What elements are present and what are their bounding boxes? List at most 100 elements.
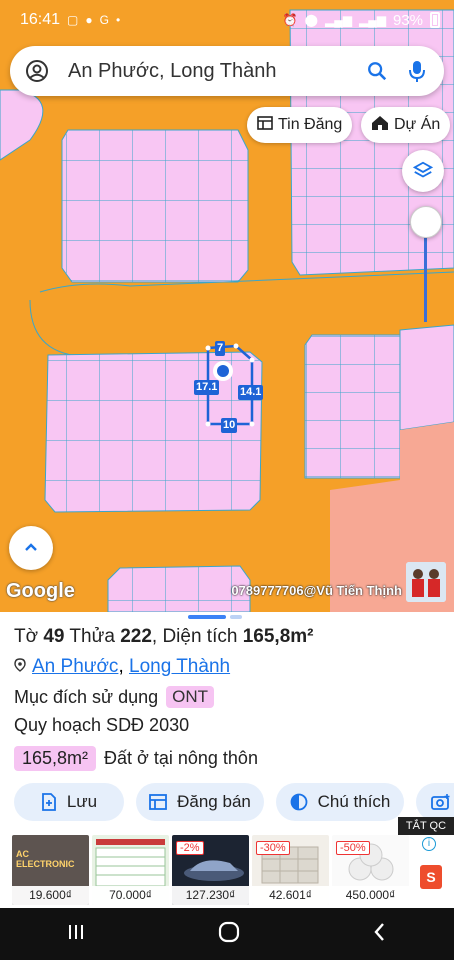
ad-item[interactable]: -30% 42.601₫ bbox=[252, 835, 329, 905]
sheet-page-indicator[interactable] bbox=[188, 615, 242, 619]
listings-chip-label: Tin Đăng bbox=[278, 116, 343, 133]
post-sale-icon bbox=[149, 794, 168, 810]
district-link[interactable]: Long Thành bbox=[129, 656, 230, 677]
signal-icon: ▂▄▆ bbox=[325, 13, 352, 27]
recents-icon[interactable] bbox=[66, 922, 86, 947]
owner-avatar-icon bbox=[406, 562, 446, 602]
lot-block[interactable] bbox=[0, 89, 44, 161]
google-logo: Google bbox=[6, 580, 75, 602]
legend-button[interactable]: Chú thích bbox=[276, 783, 404, 821]
parcel-vertex bbox=[249, 421, 255, 427]
layers-icon bbox=[412, 161, 434, 178]
lot-block[interactable] bbox=[399, 324, 454, 431]
ad-info-icon[interactable]: i bbox=[422, 837, 436, 851]
land-use-label: Mục đích sử dụng bbox=[14, 686, 159, 707]
status-bar: 16:41 ▢ ● G • ⏰ ⬤ ▂▄▆ ▂▄▆ 93% bbox=[0, 0, 454, 40]
parcel-vertex bbox=[233, 343, 239, 349]
planning-use: Đất ở tại nông thôn bbox=[104, 748, 258, 768]
location-marker bbox=[217, 365, 229, 377]
listings-chip[interactable]: Tin Đăng bbox=[247, 107, 353, 143]
ad-thumbnail bbox=[95, 839, 166, 887]
land-use-badge: ONT bbox=[166, 686, 215, 708]
action-row: Lưu Đăng bán Chú thích bbox=[14, 783, 454, 821]
save-button[interactable]: Lưu bbox=[14, 783, 124, 821]
camera-icon bbox=[431, 794, 450, 810]
project-icon bbox=[371, 115, 389, 136]
system-nav-bar bbox=[0, 908, 454, 960]
search-icon[interactable] bbox=[364, 60, 390, 82]
dimension-top: 7 bbox=[215, 341, 226, 356]
expand-sheet-button[interactable] bbox=[9, 526, 53, 570]
microphone-icon[interactable] bbox=[404, 59, 430, 83]
battery-percent: 93% bbox=[392, 11, 423, 29]
dimension-right: 14.1 bbox=[238, 385, 264, 400]
ward-link[interactable]: An Phước bbox=[32, 656, 118, 677]
area-label: , Diện tích bbox=[151, 626, 243, 647]
layers-button[interactable] bbox=[402, 150, 444, 192]
opacity-slider-track[interactable] bbox=[424, 238, 427, 322]
home-icon[interactable] bbox=[218, 921, 240, 948]
legend-icon bbox=[290, 793, 308, 811]
road-edge bbox=[29, 299, 171, 357]
dimension-bottom: 10 bbox=[221, 418, 238, 433]
ad-price: 70.000₫ bbox=[92, 886, 169, 905]
ad-item[interactable]: AC ELECTRONIC 19.600₫ bbox=[12, 835, 89, 905]
opacity-slider-handle[interactable] bbox=[410, 206, 442, 238]
google-icon: G bbox=[99, 13, 109, 27]
status-time: 16:41 bbox=[20, 11, 61, 28]
screen: 7 17.1 14.1 10 Google 0789777706@Vũ Tiến… bbox=[0, 0, 454, 960]
ad-discount: -30% bbox=[256, 841, 290, 855]
planning-area-row: 165,8m² Đất ở tại nông thôn bbox=[14, 746, 258, 771]
owner-credit: 0789777706@Vũ Tiến Thịnh bbox=[231, 583, 402, 598]
shopee-icon: S bbox=[420, 865, 442, 889]
parcel-location: An Phước, Long Thành bbox=[14, 656, 230, 678]
close-ads-button[interactable]: TẮT QC bbox=[398, 817, 454, 835]
ad-strip: AC ELECTRONIC 19.600₫ 70.000₫ -2% 127.23… bbox=[0, 835, 454, 908]
search-input[interactable]: An Phước, Long Thành bbox=[68, 60, 364, 83]
location-pin-icon bbox=[14, 656, 26, 678]
ad-item[interactable]: -2% 127.230₫ bbox=[172, 835, 249, 905]
ad-item[interactable]: 70.000₫ bbox=[92, 835, 169, 905]
parcel-vertex bbox=[205, 421, 211, 427]
legend-button-label: Chú thích bbox=[317, 792, 391, 811]
more-notifications-icon: • bbox=[115, 13, 121, 27]
lot-grid bbox=[108, 566, 250, 612]
app-notification-icon: ● bbox=[85, 13, 93, 27]
plot-label: Thửa bbox=[64, 626, 121, 647]
planning-area: 165,8m² bbox=[14, 746, 97, 771]
account-icon[interactable] bbox=[24, 59, 50, 83]
location-status-icon: ⬤ bbox=[304, 13, 319, 27]
projects-chip[interactable]: Dự Án bbox=[361, 107, 451, 143]
sheet-label: Tờ bbox=[14, 626, 44, 647]
ad-item[interactable]: -50% 450.000₫ bbox=[332, 835, 409, 905]
ad-caption: AC ELECTRONIC bbox=[16, 849, 75, 869]
chevron-up-icon bbox=[25, 543, 37, 551]
plot-number: 222 bbox=[120, 626, 152, 647]
post-sale-button-label: Đăng bán bbox=[177, 792, 251, 811]
parcel-title: Tờ 49 Thửa 222, Diện tích 165,8m² bbox=[14, 626, 314, 648]
post-sale-button[interactable]: Đăng bán bbox=[136, 783, 264, 821]
parcel-vertex bbox=[205, 345, 211, 351]
ad-sponsor[interactable]: i S bbox=[412, 835, 452, 905]
back-icon[interactable] bbox=[372, 922, 388, 947]
ad-price: 19.600₫ bbox=[12, 886, 89, 905]
zalo-icon: ▢ bbox=[67, 13, 79, 27]
ad-price: 127.230₫ bbox=[172, 886, 249, 905]
sheet-number: 49 bbox=[43, 626, 65, 647]
listing-icon bbox=[257, 115, 273, 135]
parcel-vertex bbox=[249, 357, 255, 363]
dimension-left: 17.1 bbox=[194, 380, 220, 395]
signal-4g-icon: ▂▄▆ bbox=[359, 13, 386, 27]
land-use-row: Mục đích sử dụng ONT bbox=[14, 686, 215, 708]
battery-icon bbox=[430, 12, 440, 28]
alarm-icon: ⏰ bbox=[282, 13, 298, 27]
ad-discount: -50% bbox=[336, 841, 370, 855]
owner-avatar[interactable] bbox=[406, 562, 446, 602]
planning-label: Quy hoạch SDĐ 2030 bbox=[14, 715, 190, 735]
search-bar[interactable]: An Phước, Long Thành bbox=[10, 46, 444, 96]
ad-discount: -2% bbox=[176, 841, 204, 855]
lot-grid bbox=[305, 335, 400, 478]
photo-button[interactable] bbox=[416, 783, 454, 821]
location-separator: , bbox=[118, 656, 129, 677]
ad-price: 42.601₫ bbox=[252, 886, 329, 905]
